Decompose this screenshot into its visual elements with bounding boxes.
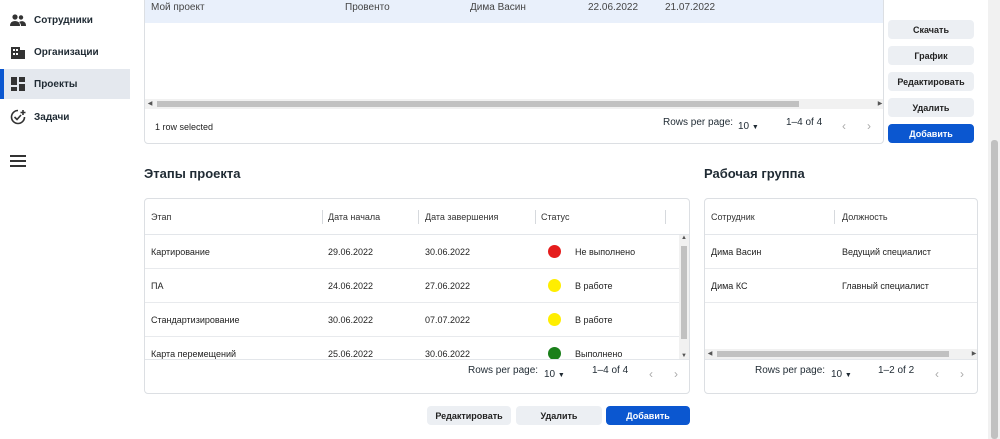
rows-per-page-select[interactable]: 10 ▼: [738, 121, 759, 132]
people-icon: [10, 12, 26, 28]
sidebar-item-projects[interactable]: Проекты: [0, 69, 130, 99]
stages-table: Этап Дата начала Дата завершения Статус …: [144, 198, 690, 394]
projects-grid-box: Мой проект Провенто Дима Васин 22.06.202…: [144, 0, 884, 144]
rows-per-page-select[interactable]: 10 ▼: [544, 369, 565, 380]
sidebar-item-tasks[interactable]: Задачи: [0, 102, 130, 132]
building-icon: [10, 44, 26, 60]
rows-per-page-value: 10: [738, 121, 750, 132]
pagination-range: 1–2 of 2: [878, 365, 915, 376]
edit-project-button[interactable]: Редактировать: [888, 72, 974, 91]
rows-per-page-value: 10: [831, 369, 843, 380]
chart-button[interactable]: График: [888, 46, 974, 65]
sidebar-item-label: Сотрудники: [34, 14, 93, 26]
sidebar-item-label: Организации: [34, 46, 99, 58]
delete-stage-button[interactable]: Удалить: [516, 406, 602, 425]
pagination-range: 1–4 of 4: [786, 117, 823, 128]
pagination-range: 1–4 of 4: [592, 365, 629, 376]
next-page-icon[interactable]: ›: [674, 367, 678, 381]
sidebar-item-label: Задачи: [34, 111, 70, 123]
workgroup-pagination: Rows per page: 10 ▼ 1–2 of 2 ‹ ›: [705, 199, 977, 393]
add-stage-button[interactable]: Добавить: [606, 406, 690, 425]
rows-per-page-label: Rows per page:: [468, 365, 539, 376]
next-page-icon[interactable]: ›: [867, 119, 871, 133]
task-add-icon: [10, 109, 26, 125]
dropdown-arrow-icon: ▼: [557, 372, 565, 379]
rows-per-page-select[interactable]: 10 ▼: [831, 369, 852, 380]
project-actions: Скачать График Редактировать Удалить Доб…: [888, 20, 974, 145]
stages-title: Этапы проекта: [144, 166, 241, 181]
next-page-icon[interactable]: ›: [960, 367, 964, 381]
edit-stage-button[interactable]: Редактировать: [427, 406, 511, 425]
sidebar-item-organizations[interactable]: Организации: [0, 37, 130, 67]
main-content: Мой проект Провенто Дима Васин 22.06.202…: [130, 0, 988, 439]
dropdown-arrow-icon: ▼: [844, 372, 852, 379]
stages-pagination: Rows per page: 10 ▼ 1–4 of 4 ‹ ›: [145, 199, 689, 393]
dropdown-arrow-icon: ▼: [751, 124, 759, 131]
delete-project-button[interactable]: Удалить: [888, 98, 974, 117]
menu-icon[interactable]: [10, 155, 26, 167]
add-project-button[interactable]: Добавить: [888, 124, 974, 143]
projects-grid: Мой проект Провенто Дима Васин 22.06.202…: [144, 0, 884, 144]
rows-per-page-value: 10: [544, 369, 556, 380]
prev-page-icon[interactable]: ‹: [842, 119, 846, 133]
workgroup-title: Рабочая группа: [704, 166, 805, 181]
sidebar-item-label: Проекты: [34, 78, 78, 90]
page-scrollbar[interactable]: [988, 0, 1000, 439]
pagination: Rows per page: 10 ▼ 1–4 of 4 ‹ ›: [145, 0, 883, 143]
rows-per-page-label: Rows per page:: [663, 117, 734, 128]
workgroup-table: Сотрудник Должность Дима Васин Ведущий с…: [704, 198, 978, 394]
rows-per-page-label: Rows per page:: [755, 365, 826, 376]
prev-page-icon[interactable]: ‹: [935, 367, 939, 381]
dashboard-icon: [10, 76, 26, 92]
prev-page-icon[interactable]: ‹: [649, 367, 653, 381]
sidebar-item-employees[interactable]: Сотрудники: [0, 5, 130, 35]
download-button[interactable]: Скачать: [888, 20, 974, 39]
sidebar: Сотрудники Организации Проекты Задачи: [0, 0, 130, 439]
